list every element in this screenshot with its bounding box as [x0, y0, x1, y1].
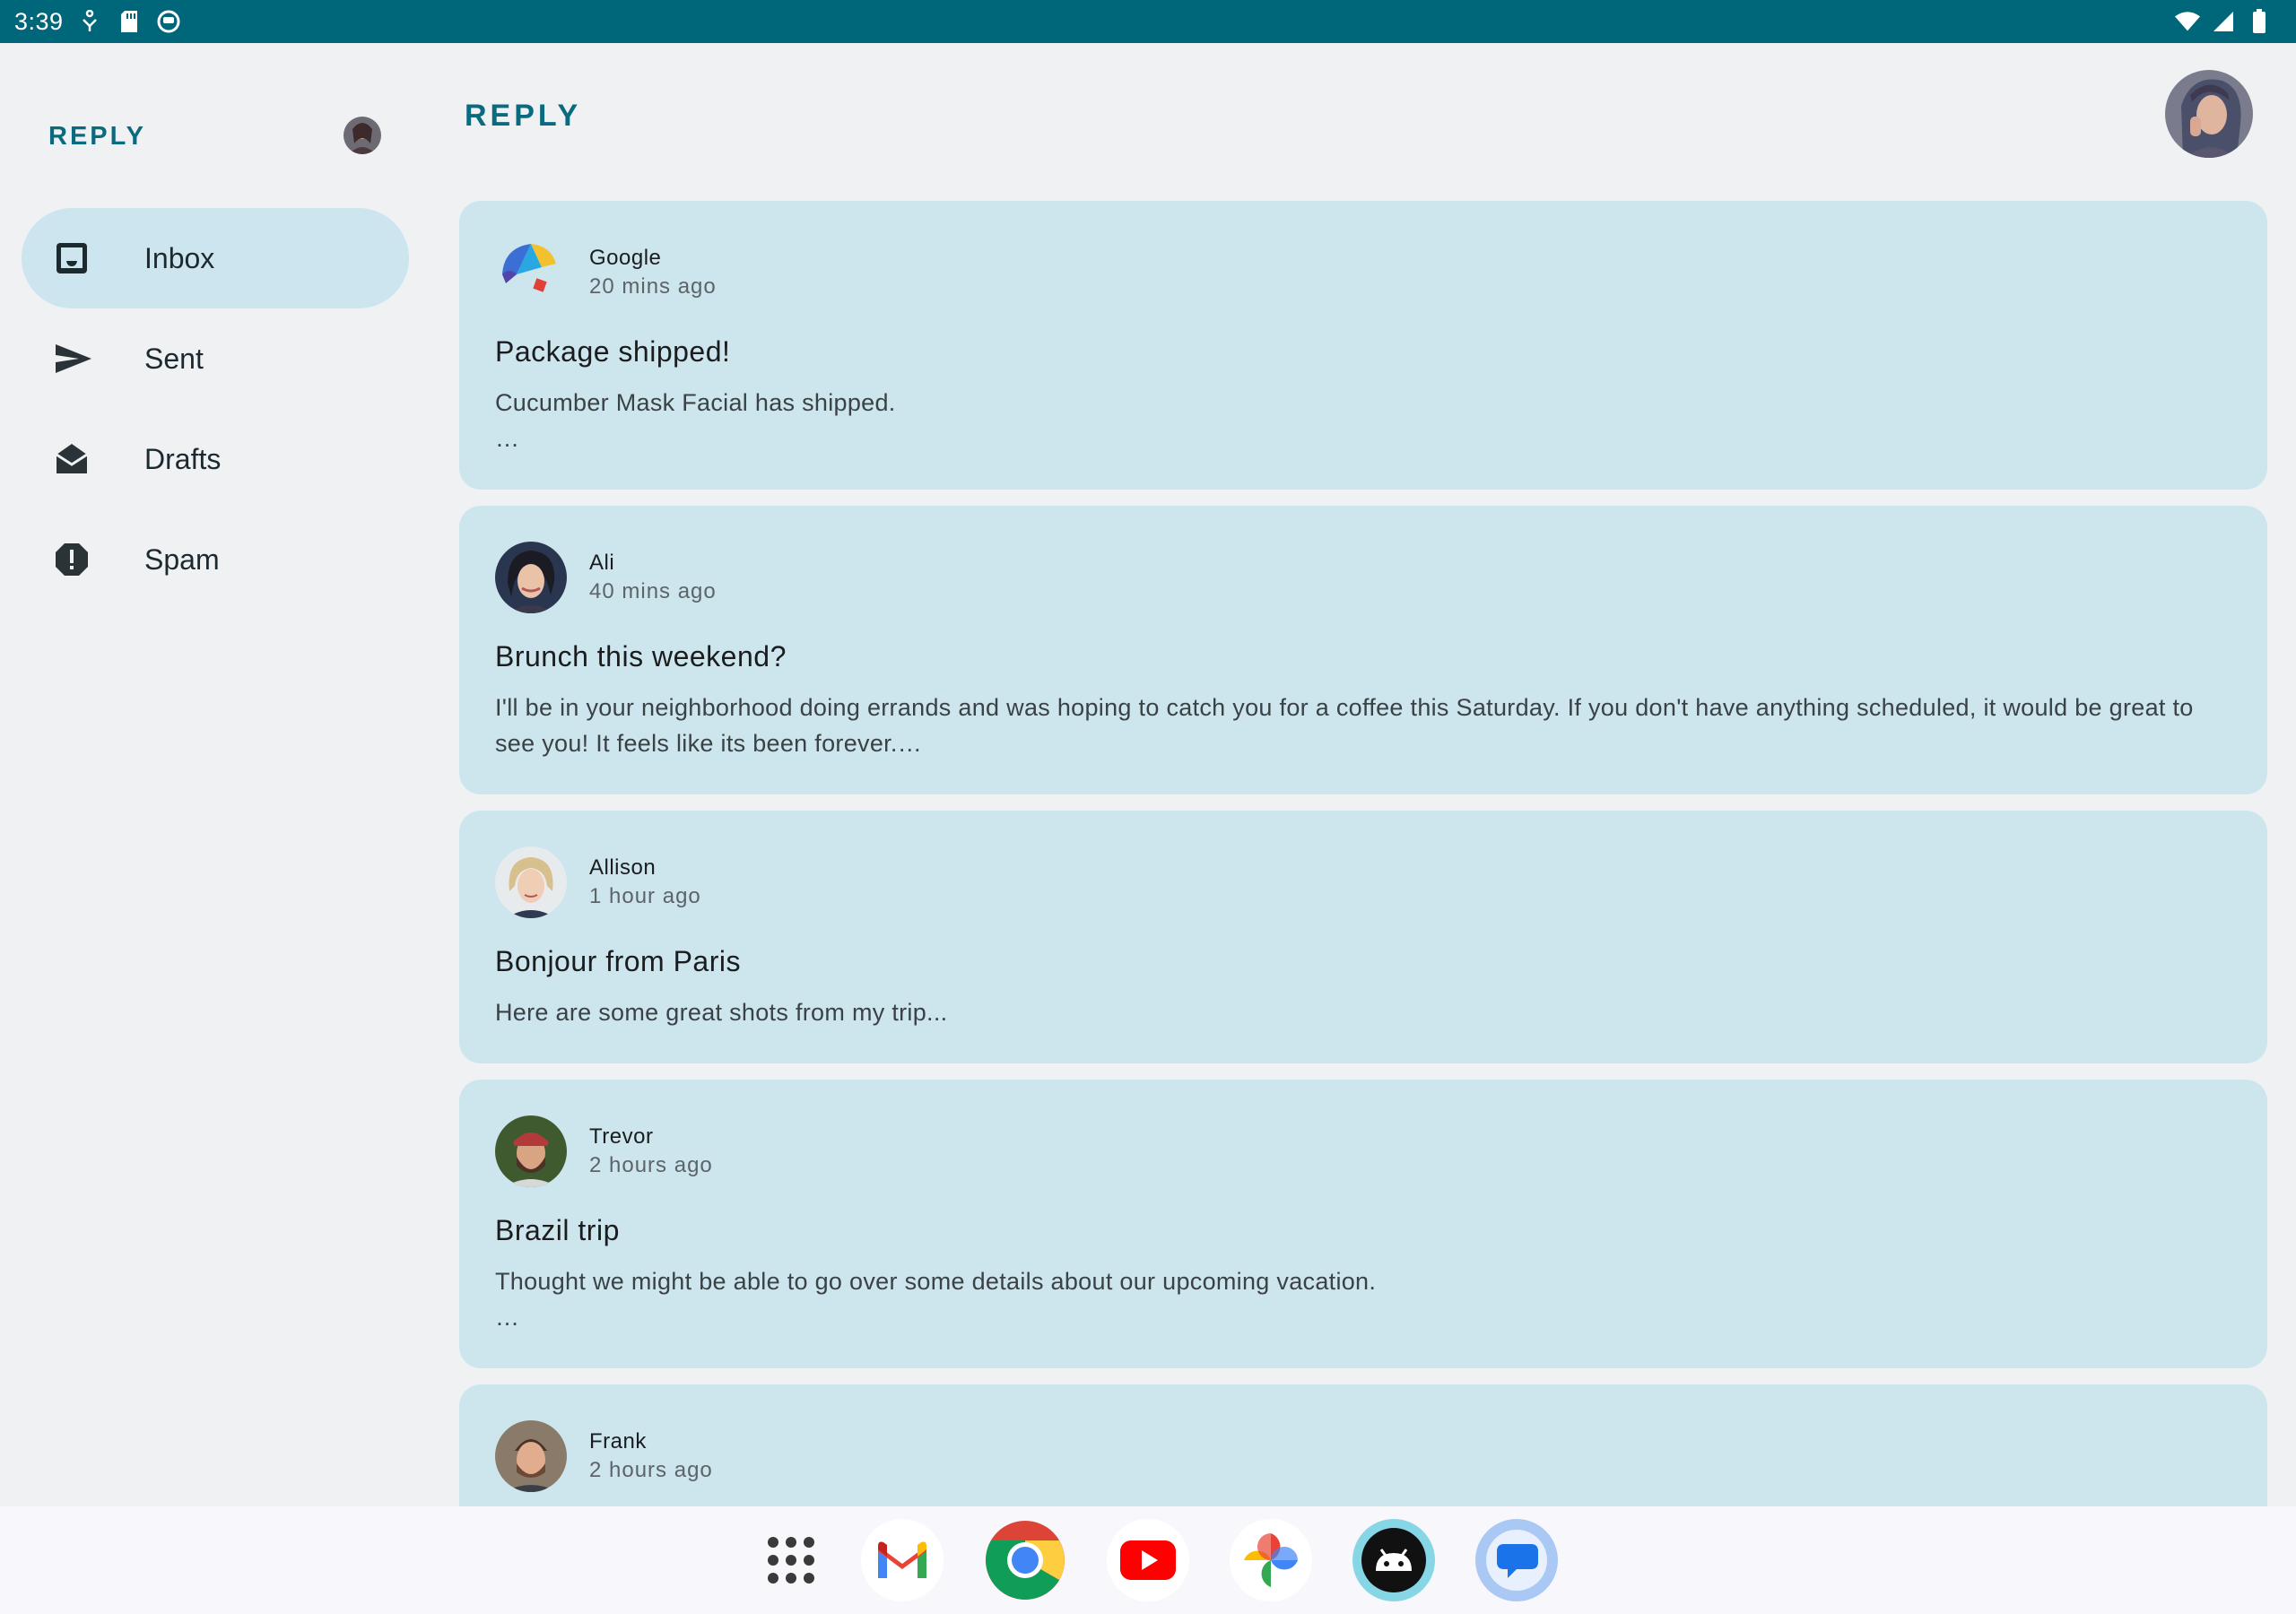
sender-name: Trevor	[589, 1124, 654, 1149]
nav-label-spam: Spam	[144, 542, 220, 576]
nav-label-drafts: Drafts	[144, 442, 222, 475]
email-preview: Thought we might be able to go over some…	[495, 1268, 1377, 1331]
sender-avatar	[495, 237, 567, 308]
nav-label-sent: Sent	[144, 342, 204, 375]
status-bar: 3:39	[0, 0, 2296, 43]
email-card[interactable]: Allison 1 hour ago Bonjour from Paris He…	[459, 811, 2267, 1063]
sender-name: Frank	[589, 1429, 647, 1453]
drafts-icon	[54, 441, 90, 477]
email-subject: Bonjour from Paris	[495, 945, 741, 977]
email-card[interactable]: Frank 2 hours ago	[459, 1384, 2267, 1506]
nav-item-sent[interactable]: Sent	[22, 308, 409, 409]
chrome-icon[interactable]	[984, 1519, 1066, 1601]
inbox-icon	[54, 240, 90, 276]
email-card[interactable]: Trevor 2 hours ago Brazil trip Thought w…	[459, 1080, 2267, 1368]
rail-brand-title: REPLY	[48, 122, 147, 151]
navigation-rail: REPLY Inbox Sent Drafts Spam	[0, 43, 430, 1506]
email-card[interactable]: Ali 40 mins ago Brunch this weekend? I'l…	[459, 506, 2267, 794]
email-preview: Cucumber Mask Facial has shipped. …	[495, 389, 896, 452]
page-title: REPLY	[465, 99, 582, 133]
email-time: 40 mins ago	[589, 579, 717, 603]
email-time: 2 hours ago	[589, 1458, 713, 1482]
email-subject: Brazil trip	[495, 1214, 620, 1246]
email-subject: Brunch this weekend?	[495, 640, 787, 672]
email-preview: I'll be in your neighborhood doing erran…	[495, 694, 2194, 757]
gmail-icon[interactable]	[861, 1519, 944, 1601]
launcher-circle-icon	[155, 8, 182, 35]
battery-icon	[2246, 8, 2273, 35]
wifi-icon	[2174, 8, 2201, 35]
send-icon	[54, 341, 91, 377]
rail-profile-avatar[interactable]	[344, 117, 381, 154]
app-dock	[0, 1506, 2296, 1614]
email-time: 2 hours ago	[589, 1153, 713, 1177]
sender-name: Google	[589, 246, 662, 270]
nav-item-inbox[interactable]: Inbox	[22, 208, 409, 308]
sd-card-icon	[116, 8, 143, 35]
messages-icon[interactable]	[1475, 1519, 1558, 1601]
spam-icon	[54, 542, 90, 577]
sender-name: Allison	[589, 855, 657, 880]
sender-avatar	[495, 542, 567, 613]
nav-label-inbox: Inbox	[144, 241, 215, 274]
sender-name: Ali	[589, 551, 615, 575]
sender-avatar	[495, 1420, 567, 1492]
accessibility-icon	[76, 8, 103, 35]
email-card[interactable]: Google 20 mins ago Package shipped! Cucu…	[459, 201, 2267, 490]
photos-icon[interactable]	[1230, 1519, 1312, 1601]
email-preview: Here are some great shots from my trip..…	[495, 999, 948, 1026]
youtube-icon[interactable]	[1107, 1519, 1189, 1601]
email-subject: Package shipped!	[495, 335, 731, 368]
status-time: 3:39	[14, 7, 64, 35]
app-drawer-icon[interactable]	[750, 1519, 832, 1601]
email-list: Google 20 mins ago Package shipped! Cucu…	[459, 201, 2267, 1506]
android-icon[interactable]	[1352, 1519, 1435, 1601]
email-time: 20 mins ago	[589, 274, 717, 299]
sender-avatar	[495, 1115, 567, 1187]
email-time: 1 hour ago	[589, 884, 701, 908]
nav-item-drafts[interactable]: Drafts	[22, 409, 409, 509]
cell-signal-icon	[2210, 8, 2237, 35]
sender-avatar	[495, 846, 567, 918]
nav-item-spam[interactable]: Spam	[22, 509, 409, 610]
profile-avatar[interactable]	[2165, 70, 2253, 158]
